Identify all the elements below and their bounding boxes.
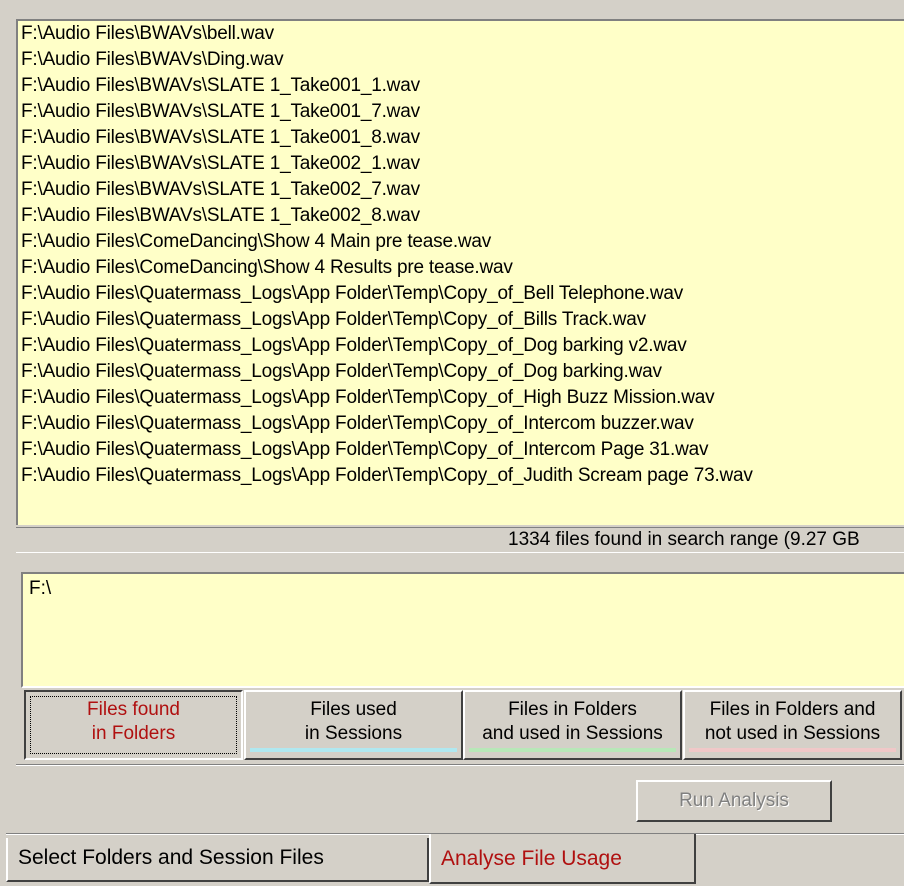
- filter-color-bar: [689, 748, 896, 752]
- file-list-item[interactable]: F:\Audio Files\Quatermass_Logs\App Folde…: [18, 385, 904, 411]
- file-list-item[interactable]: F:\Audio Files\BWAVs\SLATE 1_Take001_7.w…: [18, 99, 904, 125]
- file-list-item[interactable]: F:\Audio Files\BWAVs\Ding.wav: [18, 47, 904, 73]
- file-list-item[interactable]: F:\Audio Files\BWAVs\SLATE 1_Take001_8.w…: [18, 125, 904, 151]
- search-path-field[interactable]: F:\: [21, 572, 904, 688]
- file-list-item[interactable]: F:\Audio Files\BWAVs\SLATE 1_Take002_7.w…: [18, 177, 904, 203]
- file-list-item[interactable]: F:\Audio Files\ComeDancing\Show 4 Result…: [18, 255, 904, 281]
- file-list-item[interactable]: F:\Audio Files\Quatermass_Logs\App Folde…: [18, 411, 904, 437]
- file-list-item[interactable]: F:\Audio Files\Quatermass_Logs\App Folde…: [18, 333, 904, 359]
- files-used-in-sessions-button[interactable]: Files used in Sessions: [244, 690, 463, 760]
- filter-label-line1: Files in Folders: [508, 699, 637, 720]
- file-list-item[interactable]: F:\Audio Files\Quatermass_Logs\App Folde…: [18, 463, 904, 489]
- file-list-item[interactable]: F:\Audio Files\BWAVs\SLATE 1_Take002_1.w…: [18, 151, 904, 177]
- status-bar: 1334 files found in search range (9.27 G…: [16, 527, 904, 553]
- file-list-item[interactable]: F:\Audio Files\ComeDancing\Show 4 Main p…: [18, 229, 904, 255]
- run-analysis-button[interactable]: Run Analysis: [636, 780, 832, 822]
- filter-label-line1: Files used: [310, 699, 397, 720]
- file-list-item[interactable]: F:\Audio Files\Quatermass_Logs\App Folde…: [18, 437, 904, 463]
- file-list[interactable]: F:\Audio Files\BWAVs\bell.wav F:\Audio Fi…: [16, 19, 904, 525]
- filter-label-line2: not used in Sessions: [704, 723, 881, 744]
- file-list-item[interactable]: F:\Audio Files\BWAVs\bell.wav: [18, 21, 904, 47]
- filter-color-bar: [250, 748, 457, 752]
- filter-color-bar: [469, 748, 676, 752]
- file-list-item[interactable]: F:\Audio Files\Quatermass_Logs\App Folde…: [18, 359, 904, 385]
- filter-label-line2: and used in Sessions: [482, 723, 663, 744]
- files-found-in-folders-button[interactable]: Files found in Folders: [24, 690, 243, 760]
- focus-rect: [30, 696, 237, 754]
- tab-select-folders-and-session-files[interactable]: Select Folders and Session Files: [6, 838, 429, 882]
- file-list-item[interactable]: F:\Audio Files\BWAVs\SLATE 1_Take002_8.w…: [18, 203, 904, 229]
- filter-label-line1: Files in Folders and: [709, 699, 876, 720]
- files-in-folders-not-used-button[interactable]: Files in Folders and not used in Session…: [683, 690, 902, 760]
- file-list-item[interactable]: F:\Audio Files\Quatermass_Logs\App Folde…: [18, 307, 904, 333]
- files-in-folders-and-used-button[interactable]: Files in Folders and used in Sessions: [463, 690, 682, 760]
- file-list-item[interactable]: F:\Audio Files\BWAVs\SLATE 1_Take001_1.w…: [18, 73, 904, 99]
- divider: [16, 764, 904, 766]
- files-found-count: 1334 files found in search range (9.27 G…: [508, 529, 860, 550]
- filter-label-line2: in Sessions: [304, 723, 403, 744]
- tab-analyse-file-usage[interactable]: Analyse File Usage: [429, 834, 696, 884]
- file-list-item[interactable]: F:\Audio Files\Quatermass_Logs\App Folde…: [18, 281, 904, 307]
